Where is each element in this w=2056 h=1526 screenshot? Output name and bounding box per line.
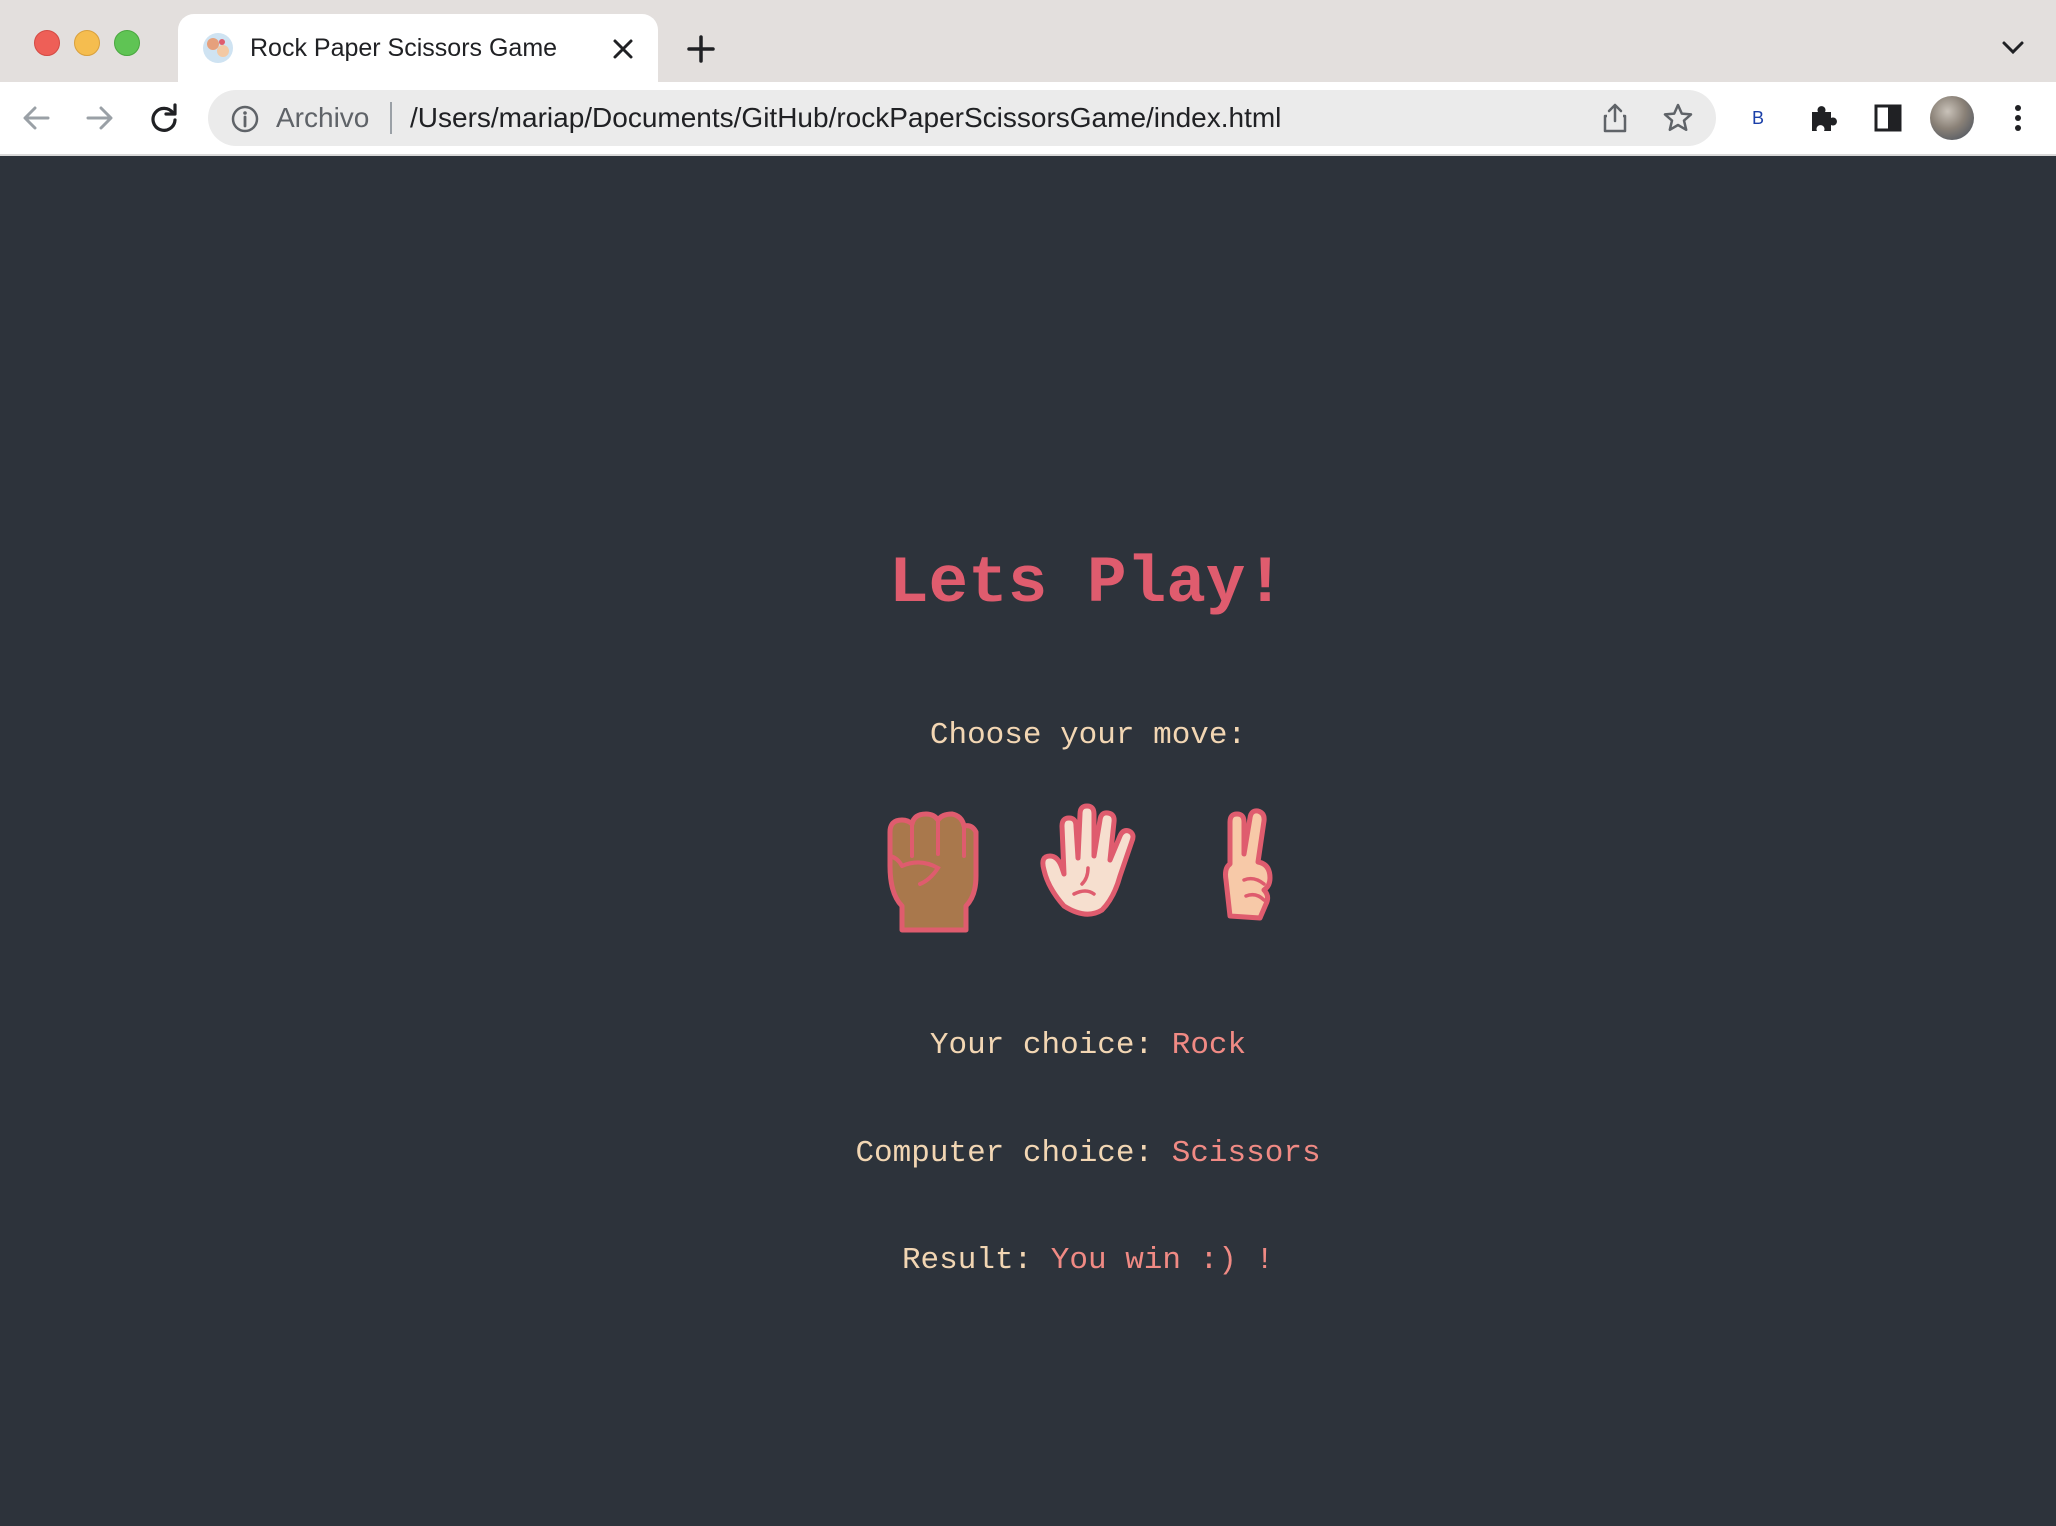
paper-button[interactable] — [1028, 796, 1148, 936]
raised-hand-icon — [1040, 803, 1136, 917]
tab-search-chevron-icon[interactable] — [2000, 38, 2026, 58]
computer-choice-line: Computer choice: Scissors — [0, 1134, 2056, 1174]
side-panel-icon[interactable] — [1870, 100, 1906, 136]
tab-title: Rock Paper Scissors Game — [250, 34, 558, 62]
profile-avatar[interactable] — [1930, 96, 1974, 140]
active-tab[interactable]: Rock Paper Scissors Game — [178, 14, 658, 82]
your-choice-value: Rock — [1171, 1028, 1247, 1063]
share-icon[interactable] — [1600, 102, 1630, 134]
extension-b-button[interactable]: B — [1744, 106, 1772, 130]
raised-fist-icon — [887, 811, 979, 933]
minimize-window-button[interactable] — [74, 30, 100, 56]
computer-choice-value: Scissors — [1171, 1136, 1321, 1171]
computer-choice-label: Computer choice: — [855, 1136, 1154, 1171]
address-separator — [390, 102, 392, 134]
result-label: Result: — [901, 1243, 1033, 1278]
victory-hand-icon — [1223, 808, 1273, 921]
tab-strip: Rock Paper Scissors Game — [0, 0, 2056, 82]
site-info-icon[interactable] — [230, 104, 260, 134]
forward-arrow-icon[interactable] — [82, 100, 118, 136]
url-text[interactable]: /Users/mariap/Documents/GitHub/rockPaper… — [410, 102, 1281, 134]
close-window-button[interactable] — [34, 30, 60, 56]
page-title: Lets Play! — [888, 546, 1286, 621]
move-choices — [0, 796, 2056, 946]
move-prompt: Choose your move: — [929, 718, 1247, 753]
new-tab-icon[interactable] — [686, 34, 716, 64]
more-menu-icon[interactable] — [2000, 100, 2036, 136]
close-tab-icon[interactable] — [610, 36, 636, 62]
scissors-button[interactable] — [1186, 796, 1306, 936]
result-value: You win :) ! — [1050, 1243, 1275, 1278]
your-choice-label: Your choice: — [929, 1028, 1154, 1063]
browser-toolbar: Archivo /Users/mariap/Documents/GitHub/r… — [0, 82, 2056, 156]
game-page: Lets Play! Choose your move: Your choice… — [0, 156, 2056, 1526]
back-arrow-icon[interactable] — [18, 100, 54, 136]
scheme-label: Archivo — [276, 102, 370, 133]
bookmark-star-icon[interactable] — [1662, 102, 1694, 134]
address-bar[interactable]: Archivo /Users/mariap/Documents/GitHub/r… — [208, 90, 1716, 146]
maximize-window-button[interactable] — [114, 30, 140, 56]
reload-icon[interactable] — [146, 100, 182, 136]
result-line: Result: You win :) ! — [0, 1241, 2056, 1281]
game-favicon-icon — [203, 33, 233, 63]
rock-button[interactable] — [868, 796, 988, 936]
extensions-puzzle-icon[interactable] — [1806, 100, 1842, 136]
your-choice-line: Your choice: Rock — [0, 1026, 2056, 1066]
